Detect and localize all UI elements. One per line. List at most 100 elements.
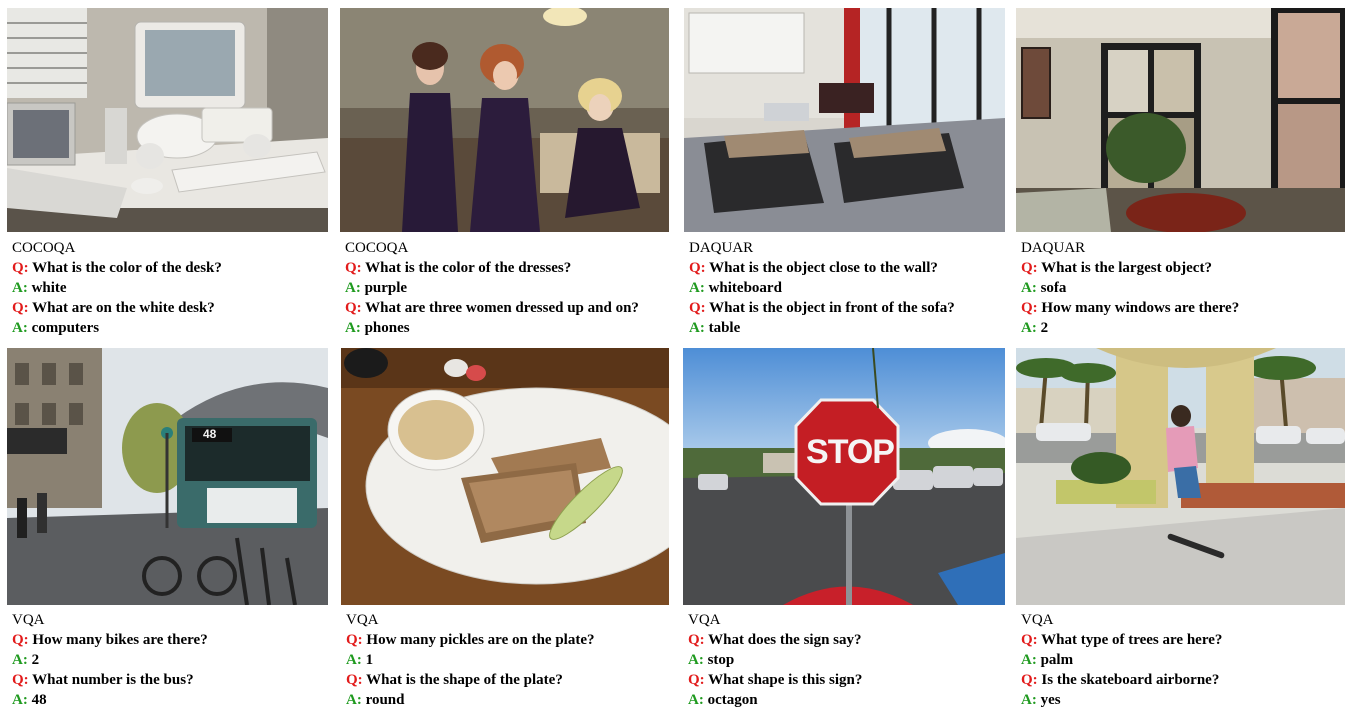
question-line: Q: What is the shape of the plate? xyxy=(346,670,594,690)
answer-line: A: purple xyxy=(345,278,639,298)
question-line: Q: What is the largest object? xyxy=(1021,258,1239,278)
question-text: Is the skateboard airborne? xyxy=(1041,672,1220,688)
question-text: What is the color of the dresses? xyxy=(365,260,572,276)
answer-marker: A: xyxy=(688,692,704,708)
question-text: What is the largest object? xyxy=(1041,260,1212,276)
question-marker: Q: xyxy=(688,672,705,688)
question-marker: Q: xyxy=(12,260,29,276)
answer-marker: A: xyxy=(12,280,28,296)
answer-marker: A: xyxy=(1021,692,1037,708)
answer-text: purple xyxy=(364,280,408,296)
answer-line: A: 48 xyxy=(12,690,208,710)
question-marker: Q: xyxy=(688,632,705,648)
answer-line: A: round xyxy=(346,690,594,710)
question-marker: Q: xyxy=(346,672,363,688)
dataset-label: COCOQA xyxy=(12,240,76,256)
bus-number-label: 48 xyxy=(203,427,217,441)
answer-marker: A: xyxy=(12,692,28,708)
question-text: What is the color of the desk? xyxy=(32,260,222,276)
question-text: What are three women dressed up and on? xyxy=(365,300,639,316)
answer-line: A: stop xyxy=(688,650,862,670)
answer-marker: A: xyxy=(345,320,361,336)
photo-three-women xyxy=(340,8,669,232)
answer-text: 2 xyxy=(1040,320,1049,336)
question-text: How many windows are there? xyxy=(1041,300,1240,316)
answer-text: computers xyxy=(31,320,100,336)
answer-text: octagon xyxy=(707,692,758,708)
question-marker: Q: xyxy=(345,260,362,276)
photo-skateboarder xyxy=(1016,348,1345,605)
dataset-label: VQA xyxy=(1021,612,1054,628)
question-line: Q: Is the skateboard airborne? xyxy=(1021,670,1222,690)
answer-text: sofa xyxy=(1040,280,1067,296)
question-text: What is the object in front of the sofa? xyxy=(709,300,955,316)
question-text: What number is the bus? xyxy=(32,672,194,688)
question-text: How many pickles are on the plate? xyxy=(366,632,595,648)
caption-panel-2: COCOQA Q: What is the color of the dress… xyxy=(345,238,639,338)
question-text: What is the shape of the plate? xyxy=(366,672,563,688)
question-line: Q: What number is the bus? xyxy=(12,670,208,690)
question-line: Q: What is the object close to the wall? xyxy=(689,258,955,278)
answer-text: whiteboard xyxy=(708,280,782,296)
answer-marker: A: xyxy=(12,652,28,668)
question-text: How many bikes are there? xyxy=(32,632,208,648)
answer-marker: A: xyxy=(346,652,362,668)
answer-text: round xyxy=(365,692,405,708)
question-line: Q: What is the color of the dresses? xyxy=(345,258,639,278)
question-line: Q: What are three women dressed up and o… xyxy=(345,298,639,318)
answer-line: A: table xyxy=(689,318,955,338)
stop-sign-text: STOP xyxy=(806,433,895,471)
question-line: Q: What shape is this sign? xyxy=(688,670,862,690)
caption-panel-6: VQA Q: How many pickles are on the plate… xyxy=(346,610,594,710)
answer-line: A: 1 xyxy=(346,650,594,670)
question-marker: Q: xyxy=(1021,260,1038,276)
question-text: What is the object close to the wall? xyxy=(709,260,938,276)
answer-line: A: yes xyxy=(1021,690,1222,710)
dataset-label: COCOQA xyxy=(345,240,409,256)
answer-text: stop xyxy=(707,652,735,668)
photo-lounge-chairs xyxy=(684,8,1005,232)
caption-panel-5: VQA Q: How many bikes are there? A: 2 Q:… xyxy=(12,610,208,710)
question-marker: Q: xyxy=(1021,300,1038,316)
question-line: Q: What is the object in front of the so… xyxy=(689,298,955,318)
caption-panel-3: DAQUAR Q: What is the object close to th… xyxy=(689,238,955,338)
caption-panel-7: VQA Q: What does the sign say? A: stop Q… xyxy=(688,610,862,710)
question-text: What type of trees are here? xyxy=(1041,632,1223,648)
question-line: Q: How many windows are there? xyxy=(1021,298,1239,318)
answer-line: A: sofa xyxy=(1021,278,1239,298)
answer-text: yes xyxy=(1040,692,1061,708)
answer-marker: A: xyxy=(1021,280,1037,296)
question-line: Q: What type of trees are here? xyxy=(1021,630,1222,650)
answer-text: phones xyxy=(364,320,410,336)
answer-text: 2 xyxy=(31,652,40,668)
question-marker: Q: xyxy=(1021,632,1038,648)
answer-line: A: palm xyxy=(1021,650,1222,670)
answer-marker: A: xyxy=(346,692,362,708)
question-text: What does the sign say? xyxy=(708,632,862,648)
answer-text: 48 xyxy=(31,692,47,708)
answer-marker: A: xyxy=(1021,652,1037,668)
answer-marker: A: xyxy=(688,652,704,668)
caption-panel-4: DAQUAR Q: What is the largest object? A:… xyxy=(1021,238,1239,338)
question-marker: Q: xyxy=(345,300,362,316)
photo-sandwich-plate xyxy=(341,348,669,605)
answer-line: A: octagon xyxy=(688,690,862,710)
question-marker: Q: xyxy=(346,632,363,648)
answer-text: palm xyxy=(1040,652,1074,668)
question-marker: Q: xyxy=(1021,672,1038,688)
question-text: What shape is this sign? xyxy=(708,672,863,688)
question-marker: Q: xyxy=(689,300,706,316)
photo-street-bus-bikes: 48 xyxy=(7,348,328,605)
question-line: Q: What is the color of the desk? xyxy=(12,258,222,278)
dataset-label: DAQUAR xyxy=(1021,240,1086,256)
question-marker: Q: xyxy=(12,632,29,648)
answer-line: A: computers xyxy=(12,318,222,338)
answer-marker: A: xyxy=(12,320,28,336)
answer-text: table xyxy=(708,320,741,336)
dataset-label: VQA xyxy=(688,612,721,628)
dataset-label: VQA xyxy=(346,612,379,628)
caption-panel-1: COCOQA Q: What is the color of the desk?… xyxy=(12,238,222,338)
question-line: Q: What are on the white desk? xyxy=(12,298,222,318)
answer-text: 1 xyxy=(365,652,374,668)
answer-line: A: white xyxy=(12,278,222,298)
